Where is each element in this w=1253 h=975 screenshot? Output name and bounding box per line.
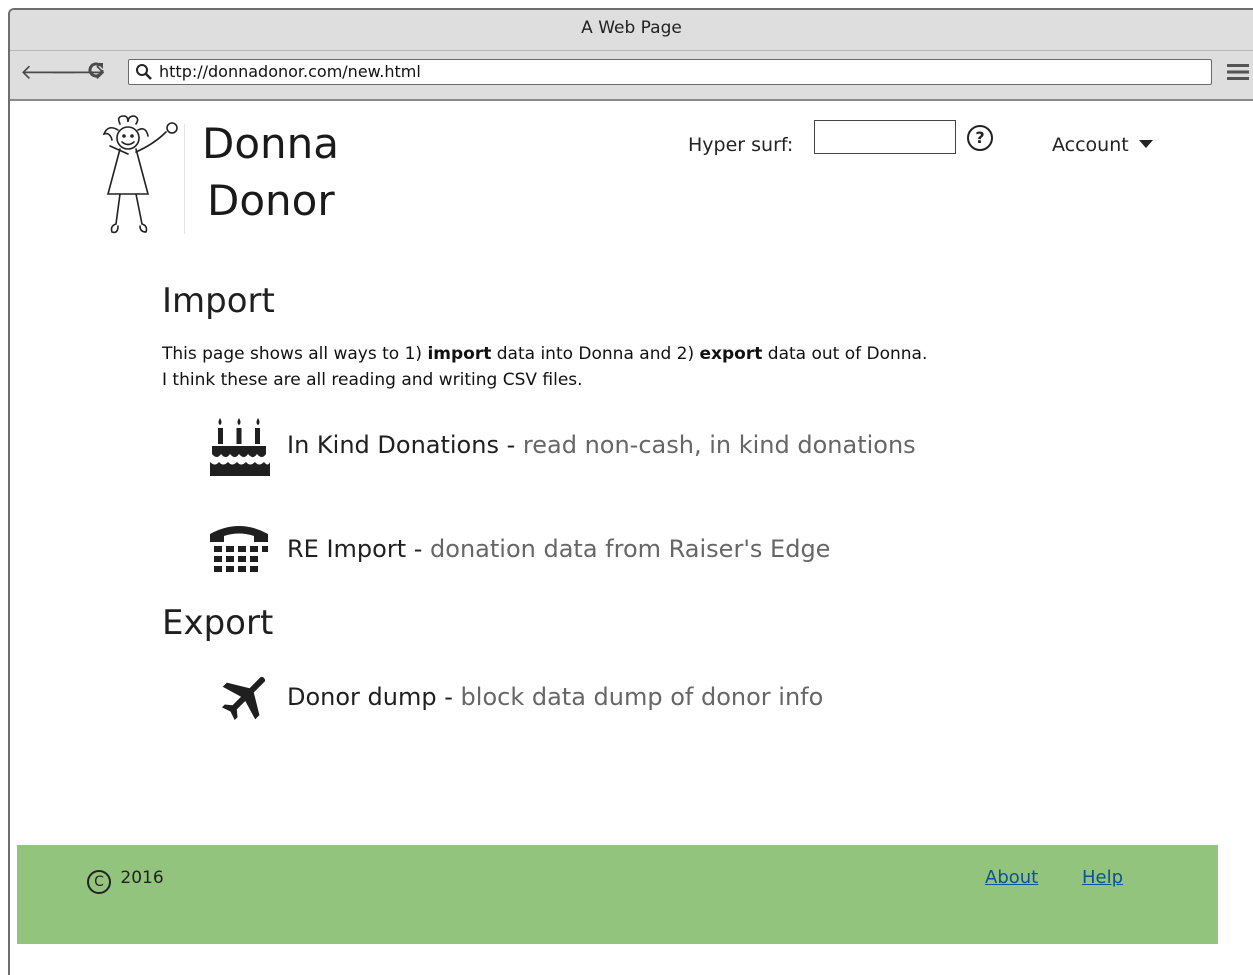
hamburger-menu-icon[interactable] — [1227, 63, 1249, 81]
telephone-icon — [210, 526, 268, 572]
item-link-in-kind-donations[interactable]: In Kind Donations — [287, 431, 499, 459]
caret-down-icon — [1138, 140, 1153, 148]
airplane-icon — [221, 676, 266, 721]
item-description: read non-cash, in kind donations — [522, 431, 916, 459]
hyper-surf-label: Hyper surf: — [688, 134, 794, 156]
intro-line-2: I think these are all reading and writin… — [162, 370, 583, 390]
reload-icon[interactable] — [86, 60, 106, 87]
url-text: http://donnadonor.com/new.html — [159, 62, 421, 81]
item-description: block data dump of donor info — [460, 683, 824, 711]
hyper-surf-input[interactable] — [814, 120, 956, 154]
intro-part-3: data out of Donna. — [762, 344, 928, 364]
copyright-icon: C — [87, 870, 111, 894]
stick-figure-logo — [102, 115, 178, 234]
account-label: Account — [1052, 134, 1129, 156]
item-separator: - — [436, 683, 461, 711]
item-text: Donor dump - block data dump of donor in… — [287, 682, 823, 712]
item-link-re-import[interactable]: RE Import — [287, 535, 406, 563]
intro-part-1: This page shows all ways to 1) — [162, 344, 428, 364]
logo-divider — [184, 124, 185, 234]
intro-part-2: data into Donna and 2) — [491, 344, 700, 364]
search-icon — [136, 64, 152, 80]
copyright-year: 2016 — [120, 868, 164, 888]
browser-toolbar: 🡐 🡒 http://donnadonor.com/new.html — [10, 51, 1253, 101]
footer: C 2016 About Help — [17, 845, 1218, 944]
item-text: In Kind Donations - read non-cash, in ki… — [287, 430, 916, 460]
item-text: RE Import - donation data from Raiser's … — [287, 534, 830, 564]
item-description: donation data from Raiser's Edge — [430, 535, 831, 563]
intro-text: This page shows all ways to 1) import da… — [162, 341, 927, 393]
export-heading: Export — [162, 603, 274, 643]
footer-link-about[interactable]: About — [985, 865, 1038, 891]
import-heading: Import — [162, 281, 275, 321]
brand-line-2: Donor — [207, 176, 335, 225]
footer-link-help[interactable]: Help — [1082, 865, 1123, 891]
item-separator: - — [406, 535, 431, 563]
birthday-cake-icon — [210, 418, 270, 476]
intro-import-bold: import — [427, 344, 492, 364]
item-separator: - — [498, 431, 523, 459]
url-bar[interactable]: http://donnadonor.com/new.html — [128, 59, 1212, 85]
item-link-donor-dump[interactable]: Donor dump — [287, 683, 437, 711]
window-title: A Web Page — [10, 10, 1253, 51]
intro-export-bold: export — [699, 344, 763, 364]
account-dropdown[interactable]: Account — [1052, 132, 1153, 158]
help-icon[interactable]: ? — [967, 125, 993, 151]
brand-line-1: Donna — [202, 119, 340, 168]
copyright: C 2016 — [87, 865, 164, 894]
